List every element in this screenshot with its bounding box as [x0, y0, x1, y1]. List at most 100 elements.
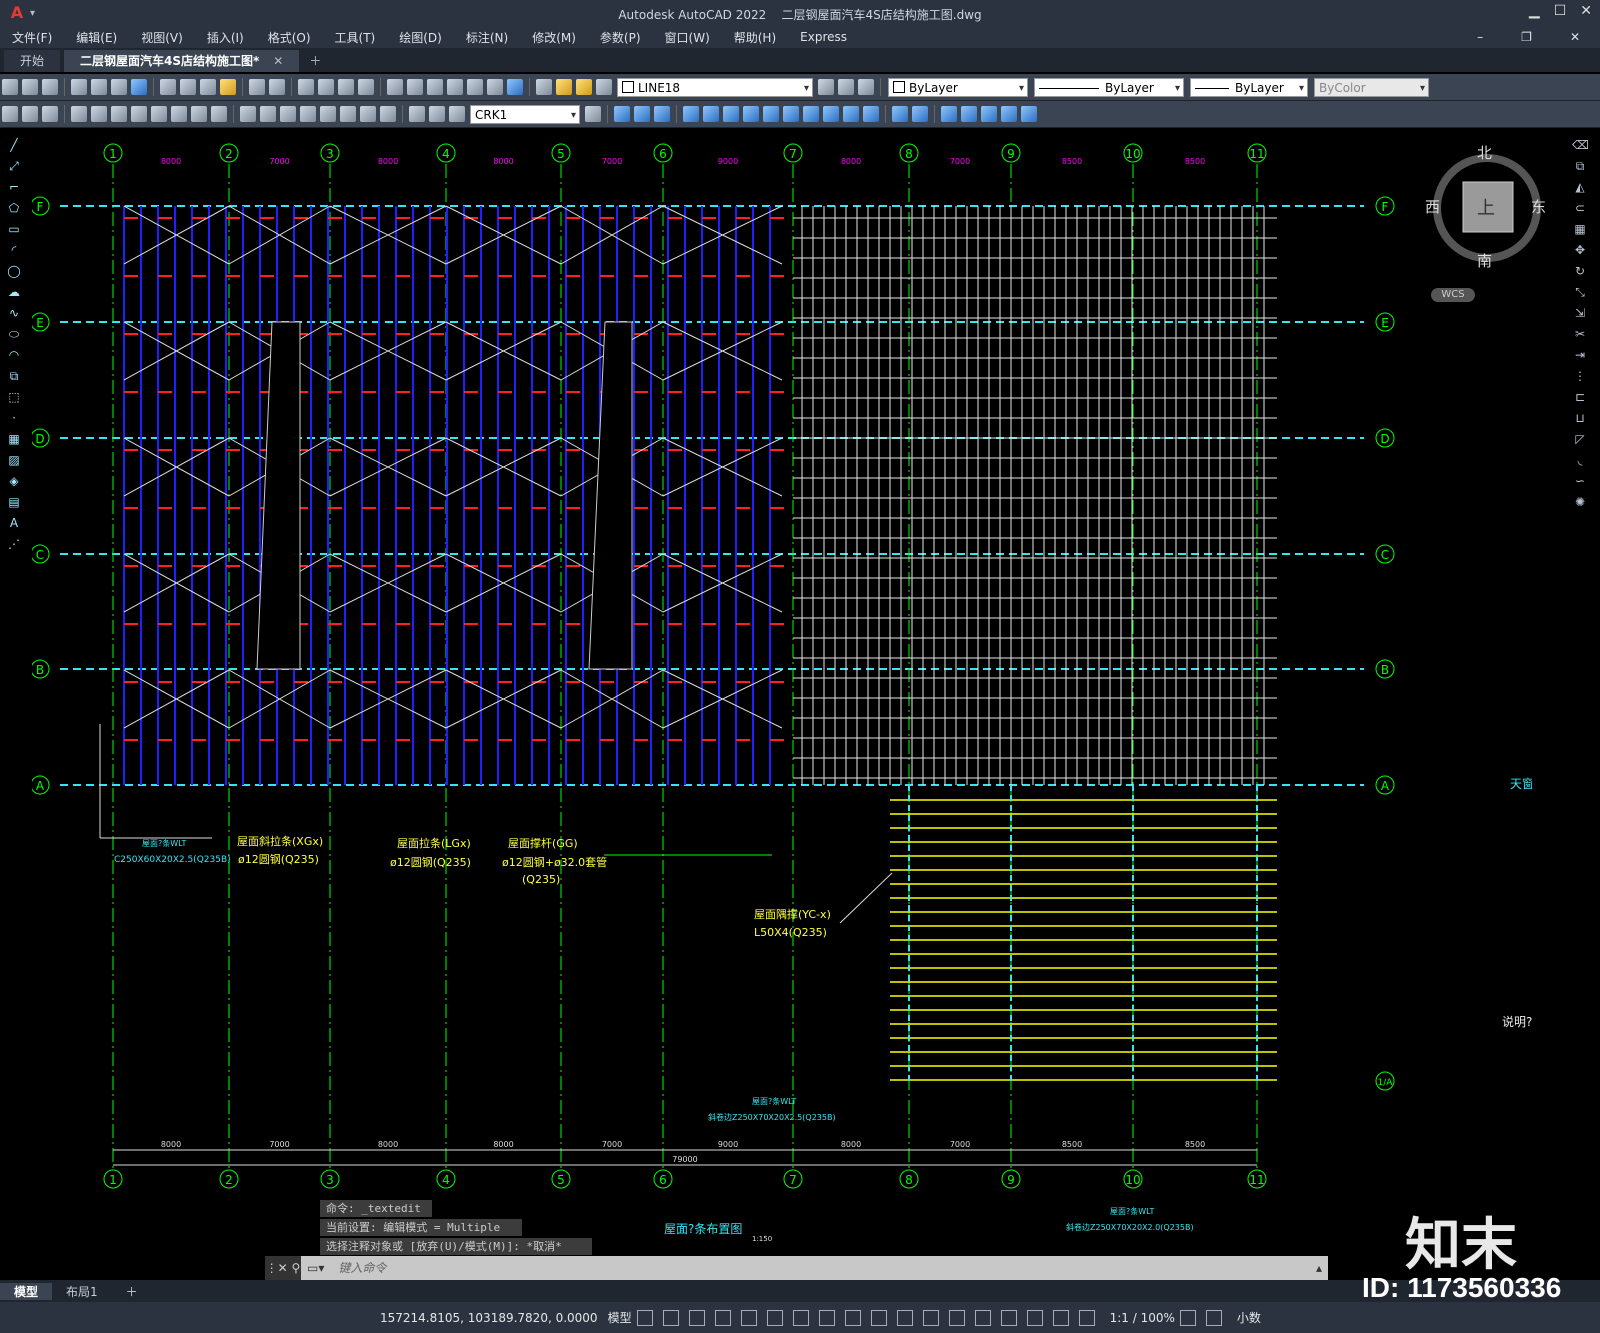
selection-filter-icon[interactable] — [1000, 1309, 1017, 1326]
menu-item-12[interactable]: Express — [788, 30, 859, 44]
command-expand-icon[interactable]: ▴ — [1316, 1261, 1322, 1275]
inspection-icon[interactable] — [360, 106, 376, 122]
dimstyle-dropdown[interactable]: CRK1 — [470, 104, 580, 125]
layer-dropdown[interactable]: LINE18 — [617, 77, 813, 98]
new-tab-icon[interactable]: ＋ — [309, 50, 321, 72]
solid-torus-icon[interactable] — [803, 106, 819, 122]
3d-dwf-icon[interactable] — [131, 79, 147, 95]
dim-ordinate-icon[interactable] — [111, 106, 127, 122]
dim-aligned-icon[interactable] — [91, 106, 107, 122]
menu-item-9[interactable]: 参数(P) — [588, 29, 653, 46]
center-mark-icon[interactable] — [340, 106, 356, 122]
viewcube-top-face[interactable]: 上 — [1477, 194, 1495, 220]
dim-baseline-icon[interactable] — [131, 106, 147, 122]
menu-item-7[interactable]: 标注(N) — [454, 29, 520, 46]
autocad-logo-icon[interactable]: A — [6, 2, 28, 24]
make-current-layer-icon[interactable] — [818, 79, 834, 95]
color-dropdown[interactable]: ByLayer — [888, 77, 1028, 98]
trim-tool-icon[interactable]: ✂ — [1572, 326, 1588, 342]
rectangle-tool-icon[interactable]: ▭ — [6, 221, 22, 237]
flatshot-icon[interactable] — [1001, 106, 1017, 122]
selection-cycling-icon[interactable] — [922, 1309, 939, 1326]
polar-tracking-icon[interactable] — [766, 1309, 783, 1326]
jogged-linear-icon[interactable] — [380, 106, 396, 122]
compass-north[interactable]: 北 — [1477, 142, 1492, 163]
mirror-tool-icon[interactable]: ◭ — [1572, 179, 1588, 195]
menu-item-1[interactable]: 编辑(E) — [64, 29, 129, 46]
tab-model[interactable]: 模型 — [0, 1282, 53, 1300]
viewcube[interactable]: 北 南 西 东 上 WCS — [1425, 142, 1559, 302]
add-selected-tool-icon[interactable]: ⋰ — [6, 536, 22, 552]
extend-tool-icon[interactable]: ⇥ — [1572, 347, 1588, 363]
menu-item-2[interactable]: 视图(V) — [129, 29, 195, 46]
slice-icon[interactable] — [941, 106, 957, 122]
layer-state-icon[interactable] — [858, 79, 874, 95]
markup-icon[interactable] — [467, 79, 483, 95]
tab-start[interactable]: 开始 — [4, 50, 61, 72]
stretch-tool-icon[interactable]: ⇲ — [1572, 305, 1588, 321]
properties-icon[interactable] — [387, 79, 403, 95]
point-tool-icon[interactable]: · — [6, 410, 22, 426]
print-preview-icon[interactable] — [91, 79, 107, 95]
object-snap-tracking-icon[interactable] — [818, 1309, 835, 1326]
zoom-realtime-icon[interactable] — [318, 79, 334, 95]
blend-tool-icon[interactable]: ∽ — [1572, 473, 1588, 489]
publish-icon[interactable] — [111, 79, 127, 95]
auto-scale-icon[interactable] — [1078, 1309, 1095, 1326]
drawing-canvas[interactable]: 11223344556677889910101111F FE ED DC CB BA A1/… — [32, 128, 1532, 1256]
isodraft-icon[interactable] — [792, 1309, 809, 1326]
close-icon[interactable]: ✕ — [1580, 3, 1592, 19]
pan-icon[interactable] — [298, 79, 314, 95]
help-icon[interactable] — [507, 79, 523, 95]
revolve-icon[interactable] — [843, 106, 859, 122]
maximize-icon[interactable]: ☐ — [1554, 3, 1567, 19]
coordinate-readout[interactable]: 157214.8105, 103189.7820, 0.0000 — [380, 1311, 598, 1325]
plotstyle-dropdown[interactable]: ByColor — [1314, 77, 1429, 98]
tab-drawing[interactable]: 二层钢屋面汽车4S店结构施工图* ✕ — [64, 50, 300, 72]
scale-tool-icon[interactable]: ⤡ — [1572, 284, 1588, 300]
layer-previous-icon[interactable] — [838, 79, 854, 95]
3d-osnap-icon[interactable] — [948, 1309, 965, 1326]
annotation-visibility-icon[interactable] — [1052, 1309, 1069, 1326]
grid-toggle-icon[interactable] — [636, 1309, 653, 1326]
join-tool-icon[interactable]: ⊔ — [1572, 410, 1588, 426]
region-tool-icon[interactable]: ◈ — [6, 473, 22, 489]
view-top-icon[interactable] — [614, 106, 630, 122]
ellipse-arc-tool-icon[interactable]: ◠ — [6, 347, 22, 363]
chamfer-tool-icon[interactable]: ◸ — [1572, 431, 1588, 447]
annotation-monitor-icon[interactable] — [1205, 1309, 1222, 1326]
polyline-tool-icon[interactable]: ⌐ — [6, 179, 22, 195]
solid-wedge-icon[interactable] — [783, 106, 799, 122]
explode-tool-icon[interactable]: ✺ — [1572, 494, 1588, 510]
compass-west[interactable]: 西 — [1425, 196, 1440, 217]
minimize-icon[interactable]: ▁ — [1529, 3, 1540, 19]
command-line-close-icon[interactable]: ⋮✕ ⚲ — [265, 1256, 301, 1280]
dim-break-icon[interactable] — [300, 106, 316, 122]
menu-item-8[interactable]: 修改(M) — [520, 29, 588, 46]
gizmo-icon[interactable] — [1026, 1309, 1043, 1326]
solid-box-icon[interactable] — [703, 106, 719, 122]
model-space-toggle[interactable]: 模型 — [608, 1309, 632, 1326]
break-tool-icon[interactable]: ⊏ — [1572, 389, 1588, 405]
solid-sphere-icon[interactable] — [743, 106, 759, 122]
insert-block-tool-icon[interactable]: ⧉ — [6, 368, 22, 384]
section-icon[interactable] — [961, 106, 977, 122]
fillet-tool-icon[interactable]: ◟ — [1572, 452, 1588, 468]
infer-constraints-icon[interactable] — [688, 1309, 705, 1326]
make-block-tool-icon[interactable]: ⬚ — [6, 389, 22, 405]
doc-restore-icon[interactable]: ❐ — [1509, 30, 1544, 44]
arc-tool-icon[interactable]: ◜ — [6, 242, 22, 258]
design-center-icon[interactable] — [407, 79, 423, 95]
erase-tool-icon[interactable]: ⌫ — [1572, 137, 1589, 153]
layer-freeze-icon[interactable] — [576, 79, 592, 95]
calculator-icon[interactable] — [487, 79, 503, 95]
gradient-tool-icon[interactable]: ▨ — [6, 452, 22, 468]
dim-continue-icon[interactable] — [260, 106, 276, 122]
doc-minimize-icon[interactable]: – — [1465, 30, 1495, 44]
compass-east[interactable]: 东 — [1531, 196, 1546, 217]
workspace-gear-icon[interactable] — [1179, 1309, 1196, 1326]
line-tool-icon[interactable]: ╱ — [6, 137, 22, 153]
interfere-icon[interactable] — [981, 106, 997, 122]
render-icon[interactable] — [1021, 106, 1037, 122]
cut-icon[interactable] — [160, 79, 176, 95]
